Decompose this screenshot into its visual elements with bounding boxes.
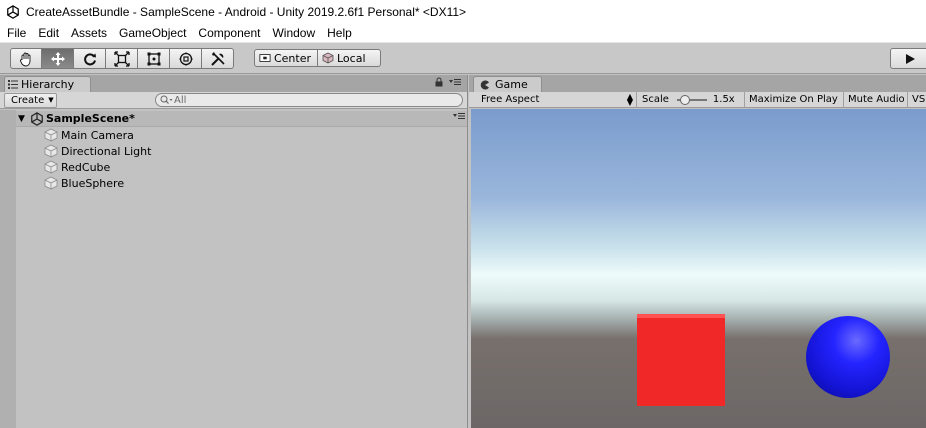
scale-slider-knob[interactable] [679, 94, 690, 105]
aspect-label: Free Aspect [481, 94, 540, 105]
pivot-rotation-label: Local [337, 51, 366, 65]
scale-slider[interactable] [676, 94, 707, 105]
unity-logo-icon [7, 5, 19, 19]
play-button[interactable] [890, 48, 926, 69]
hierarchy-gutter [0, 110, 16, 428]
hand-tool-button[interactable] [10, 48, 42, 69]
transform-tool-button[interactable] [170, 48, 202, 69]
hierarchy-item-label: BlueSphere [61, 176, 125, 190]
tools-icon [210, 51, 225, 66]
window-title: CreateAssetBundle - SampleScene - Androi… [26, 5, 467, 19]
tab-game[interactable]: Game [473, 76, 542, 92]
up-down-arrows-icon: ▲ ▼ [626, 91, 633, 107]
pivot-mode-label: Center [273, 51, 311, 65]
scale-tool-button[interactable] [106, 48, 138, 69]
foldout-expanded-icon[interactable]: ▼ [18, 114, 30, 124]
maximize-label: Maximize On Play [749, 94, 838, 105]
move-arrows-icon [50, 51, 65, 66]
hierarchy-list-icon [8, 80, 18, 89]
gameobject-cube-icon [44, 160, 58, 174]
hierarchy-item-label: Main Camera [61, 128, 134, 142]
menu-assets[interactable]: Assets [65, 24, 113, 43]
create-label: Create [11, 94, 45, 106]
unity-scene-icon [31, 111, 43, 126]
mute-audio-toggle[interactable]: Mute Audio [844, 91, 908, 108]
vsync-label: VS [912, 94, 926, 105]
pivot-controls: Center Local [254, 49, 381, 67]
hierarchy-panel: Hierarchy Create ▼ All ▼ SampleScene* Ma… [0, 75, 468, 428]
scale-value: 1.5x [712, 94, 735, 105]
menu-edit[interactable]: Edit [32, 24, 65, 43]
gameobject-cube-icon [44, 176, 58, 190]
scale-label: Scale [642, 94, 669, 105]
chevron-down-icon: ▼ [48, 96, 54, 104]
gameobject-cube-icon [44, 128, 58, 142]
hierarchy-item-main-camera[interactable]: Main Camera [44, 127, 134, 143]
menu-window[interactable]: Window [266, 24, 321, 43]
rotate-tool-button[interactable] [74, 48, 106, 69]
menu-help[interactable]: Help [321, 24, 358, 43]
create-dropdown[interactable]: Create ▼ [4, 92, 57, 108]
hierarchy-toolbar: Create ▼ All [0, 92, 467, 109]
custom-tool-button[interactable] [202, 48, 234, 69]
menu-component[interactable]: Component [192, 24, 266, 43]
scene-header-row[interactable]: ▼ SampleScene* [16, 111, 467, 127]
tab-hierarchy[interactable]: Hierarchy [4, 76, 91, 92]
game-panel: Game Free Aspect ▲ ▼ Scale 1.5x Maximize … [469, 75, 926, 428]
hierarchy-item-directional-light[interactable]: Directional Light [44, 143, 151, 159]
play-icon [906, 53, 915, 64]
scene-name: SampleScene* [46, 112, 135, 125]
hierarchy-tab-tools [435, 77, 461, 87]
pivot-center-icon [259, 54, 271, 62]
menu-file[interactable]: File [0, 24, 32, 43]
scale-icon [113, 50, 130, 67]
hierarchy-item-redcube[interactable]: RedCube [44, 159, 110, 175]
red-cube-render [637, 314, 725, 406]
game-viewport[interactable] [471, 109, 926, 428]
title-bar: CreateAssetBundle - SampleScene - Androi… [0, 0, 926, 24]
pivot-rotation-button[interactable]: Local [318, 49, 381, 67]
rect-tool-button[interactable] [138, 48, 170, 69]
move-tool-button[interactable] [42, 48, 74, 69]
hierarchy-tree: ▼ SampleScene* Main Camera Directional L… [16, 110, 467, 428]
maximize-on-play-toggle[interactable]: Maximize On Play [745, 91, 844, 108]
lock-icon[interactable] [435, 77, 443, 87]
menu-bar: File Edit Assets GameObject Component Wi… [0, 24, 926, 43]
pivot-mode-button[interactable]: Center [254, 49, 318, 67]
game-toolbar: Free Aspect ▲ ▼ Scale 1.5x Maximize On Pl… [469, 91, 926, 108]
hierarchy-search-input[interactable]: All [155, 93, 463, 107]
blue-sphere-render [806, 316, 890, 398]
tab-game-label: Game [495, 78, 528, 91]
transform-all-icon [178, 51, 193, 66]
transform-tools [10, 48, 234, 69]
hierarchy-item-bluesphere[interactable]: BlueSphere [44, 175, 124, 191]
search-placeholder: All [174, 94, 187, 106]
hierarchy-tab-strip: Hierarchy [0, 75, 467, 92]
hierarchy-item-label: RedCube [61, 160, 111, 174]
hierarchy-item-label: Directional Light [61, 144, 152, 158]
rotate-icon [83, 52, 96, 65]
game-tab-strip: Game [469, 75, 926, 92]
local-rotation-icon [322, 52, 334, 64]
scene-menu-icon[interactable] [453, 112, 465, 120]
panel-menu-icon[interactable] [449, 78, 461, 86]
scale-control: Scale 1.5x [637, 91, 745, 108]
tab-hierarchy-label: Hierarchy [21, 78, 75, 91]
search-icon [160, 95, 173, 104]
vsync-toggle[interactable]: VS [908, 92, 925, 108]
aspect-dropdown[interactable]: Free Aspect ▲ ▼ [469, 91, 637, 108]
menu-gameobject[interactable]: GameObject [113, 24, 192, 43]
main-toolbar: Center Local [0, 43, 926, 74]
gameobject-cube-icon [44, 144, 58, 158]
hand-icon [20, 52, 31, 66]
pacman-game-icon [480, 80, 489, 89]
rect-transform-icon [147, 52, 160, 65]
mute-label: Mute Audio [848, 94, 905, 105]
